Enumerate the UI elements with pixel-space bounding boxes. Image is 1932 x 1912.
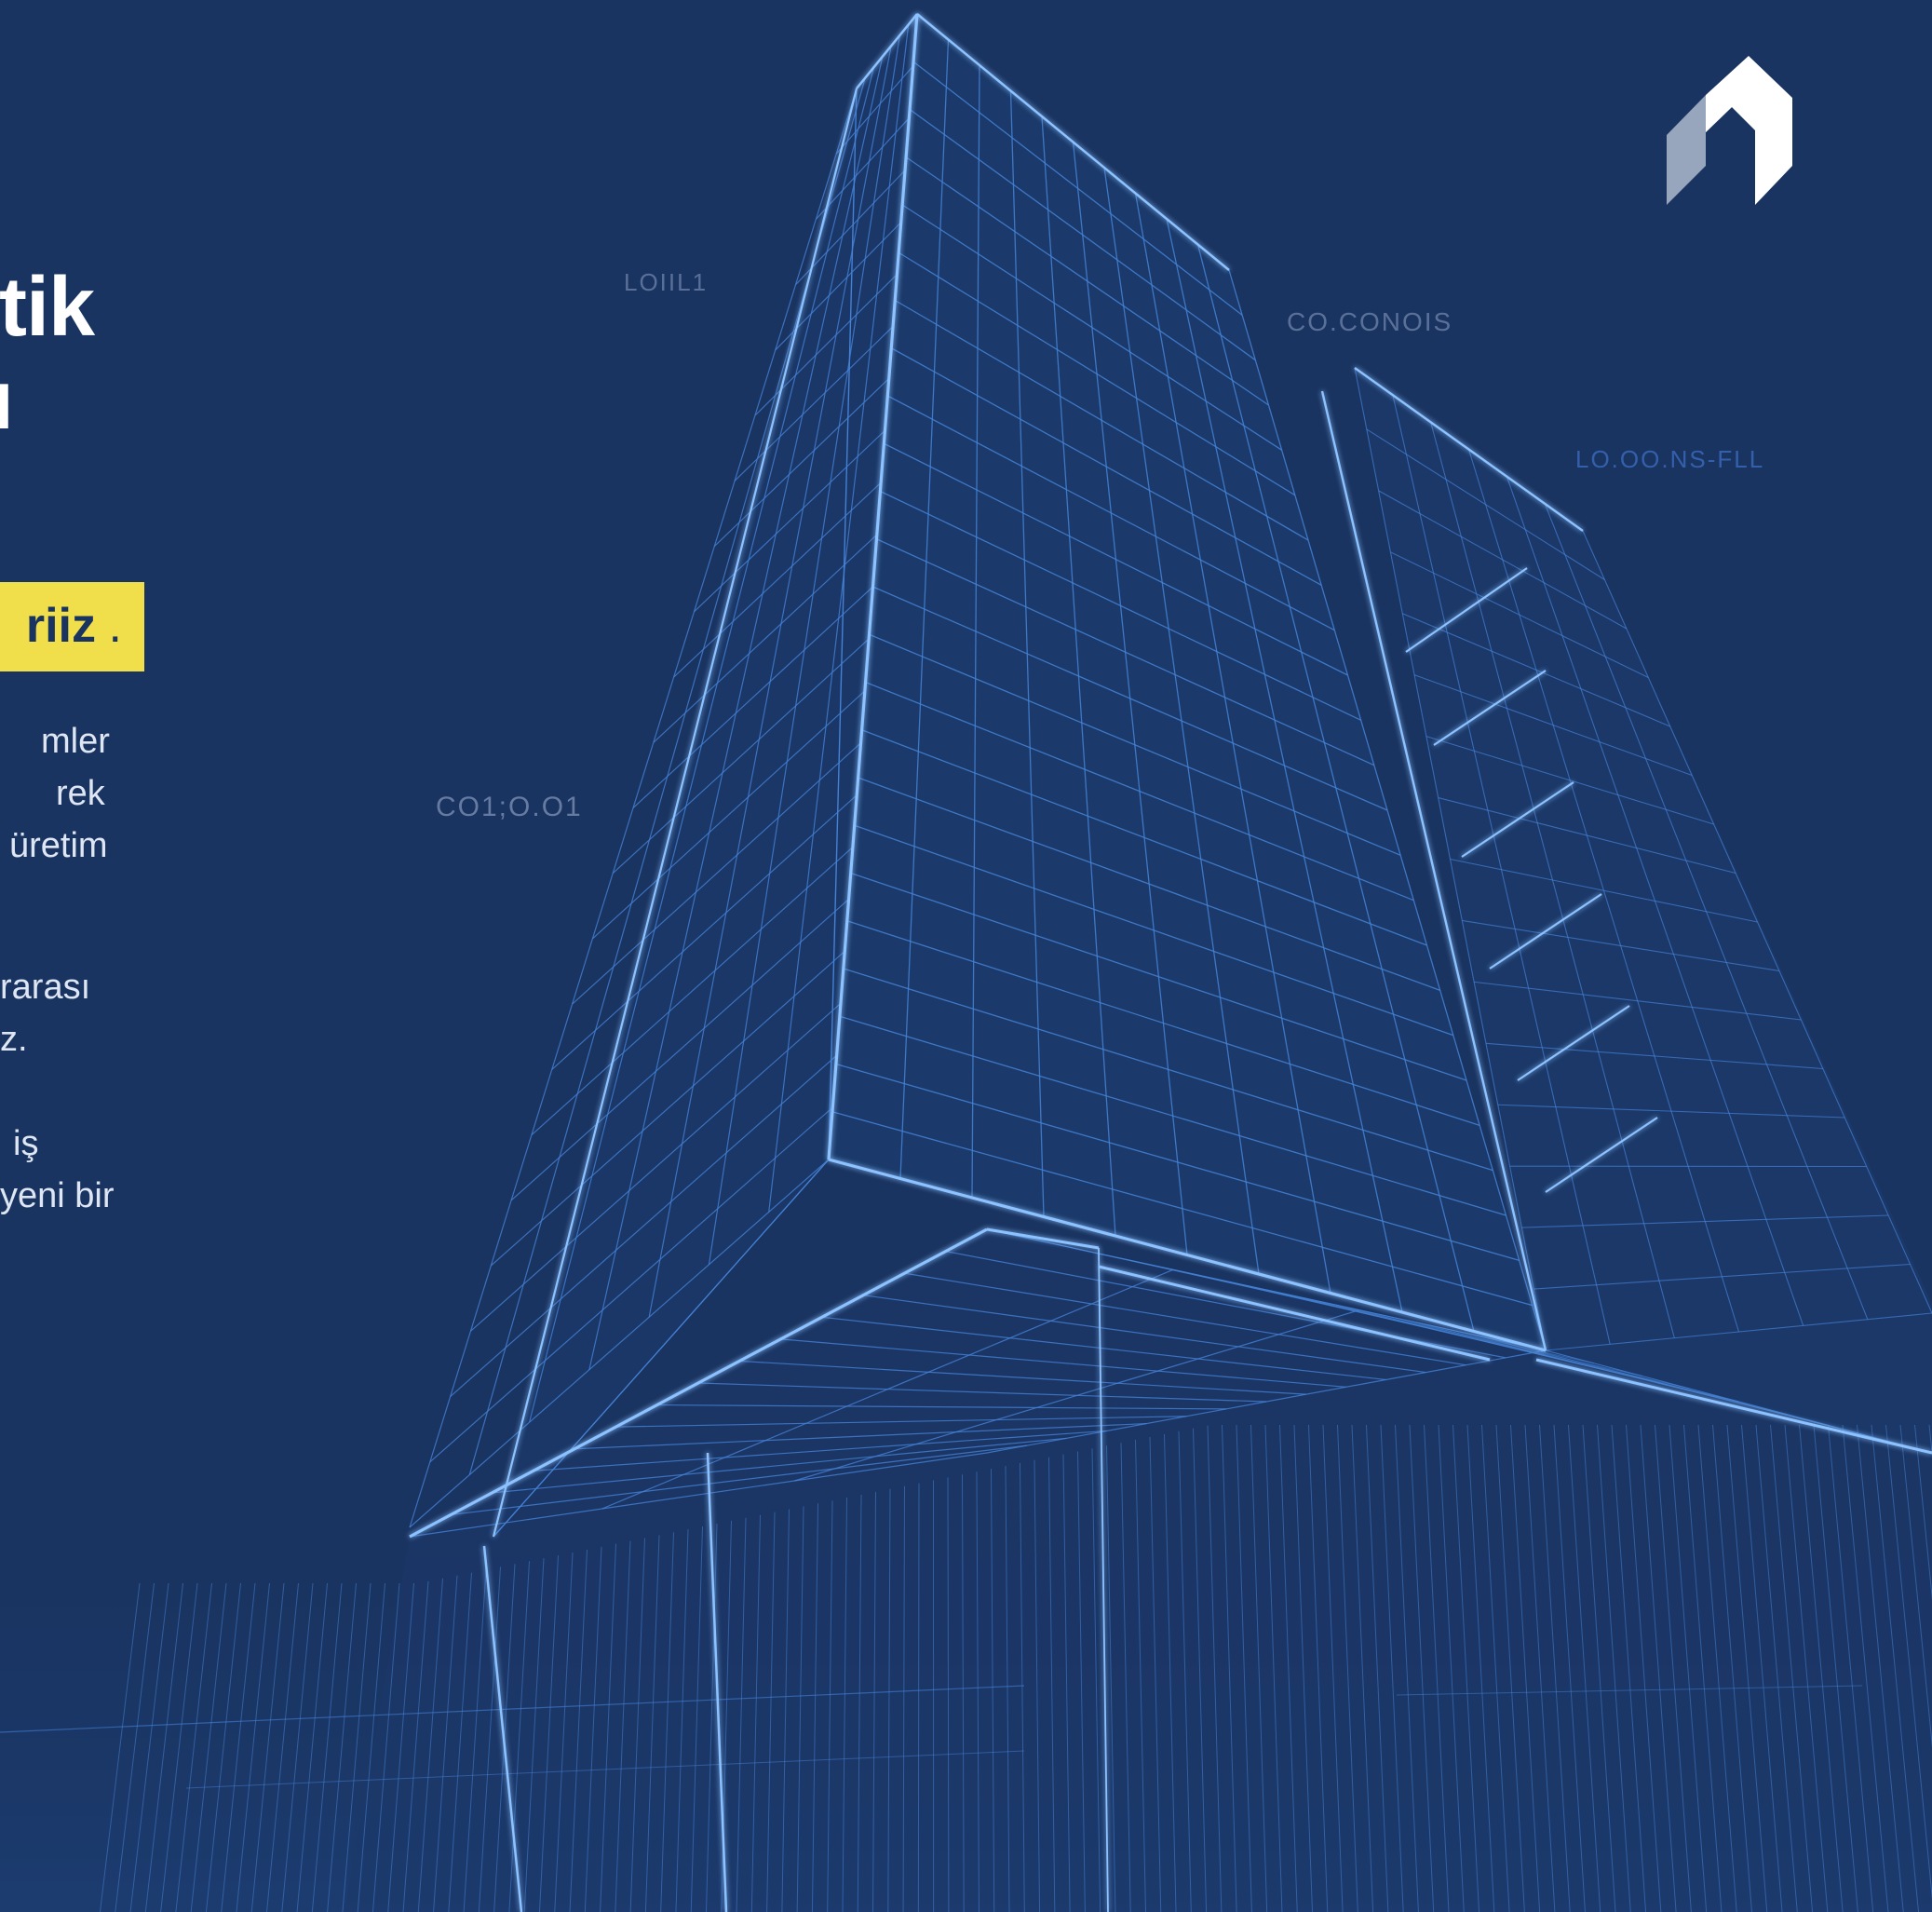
drawing-label: LOIIL1 (624, 268, 709, 296)
paragraph-1: mler rek üretim (0, 715, 110, 872)
building-wireframe-illustration (0, 13, 1932, 1912)
wireframe-line (917, 1483, 920, 1912)
paragraph-line: z. (0, 1020, 28, 1059)
headline-line-1: etik (0, 261, 95, 354)
drawing-label: CO.CONOIS (1287, 307, 1453, 336)
drawing-label: CO1;O.O1 (436, 792, 583, 822)
paragraph-3: iş yeni bir (0, 1118, 115, 1222)
paragraph-line: üretim (9, 826, 108, 865)
highlight-box: riiz . (0, 582, 144, 671)
paragraph-line: yeni bir (0, 1176, 115, 1215)
paragraph-line: mler (41, 722, 110, 761)
paragraph-line: rek (56, 774, 105, 813)
headline-line-2: ı (0, 354, 14, 447)
page: LOIIL1 CO.CONOIS LO.OO.NS-FLL CO1;O.O1 e… (0, 0, 1932, 1912)
drawing-label: LO.OO.NS-FLL (1575, 445, 1765, 473)
highlight-period: . (108, 599, 122, 653)
house-arrow-logo-icon (1667, 56, 1792, 205)
paragraph-line: iş (13, 1124, 39, 1163)
headline: etik ı (0, 261, 95, 447)
highlight-text: riiz (25, 599, 96, 653)
paragraph-2: rarası z. (0, 961, 90, 1065)
paragraph-line: rarası (0, 968, 91, 1007)
